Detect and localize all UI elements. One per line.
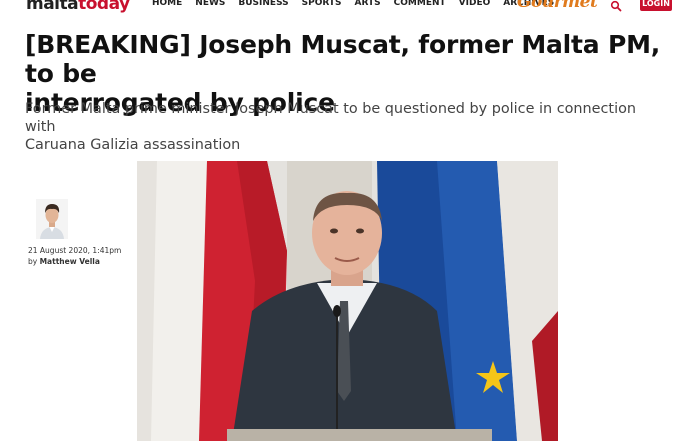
nav-item-business[interactable]: BUSINESS [238, 0, 288, 9]
byline-prefix: by [28, 257, 38, 266]
publish-date: 21 August 2020, 1:41pm [28, 246, 122, 255]
headline-line-1: [BREAKING] Joseph Muscat, former Malta P… [25, 30, 661, 88]
article-subheading: Former Malta prime minister Joseph Musca… [25, 100, 665, 154]
hero-photo [137, 161, 558, 441]
nav-item-sports[interactable]: SPORTS [302, 0, 342, 9]
top-navigation-bar: maltatoday HOME NEWS BUSINESS SPORTS ART… [0, 0, 700, 14]
nav-item-news[interactable]: NEWS [195, 0, 225, 9]
author-avatar[interactable] [36, 199, 68, 239]
nav-item-home[interactable]: HOME [152, 0, 182, 9]
nav-item-video[interactable]: VIDEO [459, 0, 491, 9]
search-icon[interactable] [610, 0, 622, 12]
subhead-line-2: Caruana Galizia assassination [25, 137, 241, 153]
byline: by Matthew Vella [28, 257, 100, 267]
login-button[interactable]: LOGIN [640, 0, 672, 11]
main-nav: HOME NEWS BUSINESS SPORTS ARTS COMMENT V… [152, 0, 567, 9]
nav-item-arts[interactable]: ARTS [355, 0, 381, 9]
gourmet-link[interactable]: Gourmet [517, 0, 598, 12]
subhead-line-1: Former Malta prime minister Joseph Musca… [25, 101, 636, 135]
site-logo[interactable]: maltatoday [26, 0, 130, 14]
author-link[interactable]: Matthew Vella [40, 257, 100, 266]
nav-item-comment[interactable]: COMMENT [394, 0, 446, 9]
